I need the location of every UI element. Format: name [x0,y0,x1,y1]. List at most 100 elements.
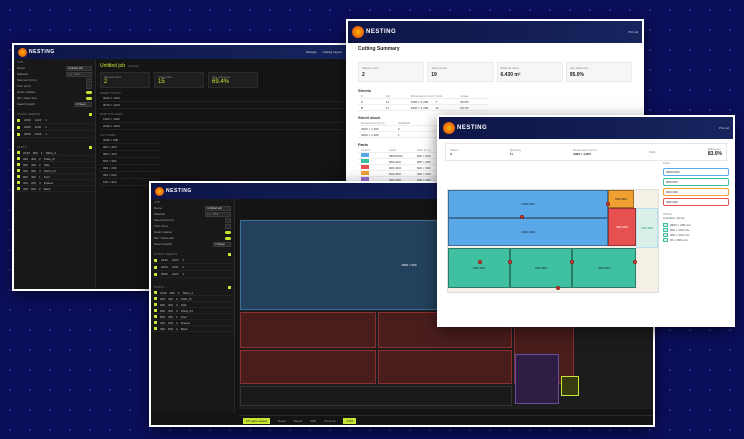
checkbox-icon[interactable] [17,151,20,154]
sheet-list-item: 3070 × 1220 [100,102,367,109]
sheet-row: B 1× 3400 × 1,200 12 93.7% [358,105,488,111]
piece-orange[interactable]: 600×300 [608,190,634,208]
piece-blue-2[interactable]: 2200×600 [448,218,608,246]
piece-blue-1[interactable]: 2200×600 [448,190,608,218]
stock-row[interactable]: 3000 1220 1 [151,271,234,278]
material-input[interactable]: e.g. MDF [205,211,231,217]
stock-row[interactable]: 2000 1100 1 [14,124,95,131]
checkbox-icon[interactable] [154,327,157,330]
part-width: 900 [23,162,29,167]
checkbox-icon[interactable] [17,181,20,184]
cut-marker [478,260,482,264]
meta-value: 3400 × 1,200 [573,152,591,156]
checkbox-icon[interactable] [154,272,157,276]
part-qty: 4 [176,320,178,325]
part-width: 2440 [23,150,30,155]
reset-button[interactable]: Reset [278,419,286,423]
table-cell: 12 [435,105,439,110]
piece-red-3[interactable] [240,350,376,384]
print-cut-button[interactable]: Print cut [324,419,335,423]
checkbox-icon[interactable] [154,309,157,312]
checkbox-icon[interactable] [154,315,157,318]
legend-item[interactable]: 300×200 [663,198,729,206]
checkbox-icon[interactable] [17,132,20,136]
checkbox-icon[interactable] [17,163,20,166]
part-qty: 4 [176,308,178,313]
table-cell: 93.7% [460,105,469,110]
checkbox-icon[interactable] [154,321,157,324]
legend-item[interactable]: 2800×600 [663,168,729,176]
checkbox-icon[interactable] [17,169,20,172]
nav-cutting-layout[interactable]: Cutting Layout [323,50,342,54]
piece-small-teal[interactable]: 300×600 [636,208,658,248]
kerf-input[interactable] [225,217,231,223]
stock-row[interactable]: 2440 1220 1 [14,117,95,124]
table-cell: A [361,99,364,104]
part-row[interactable]: 300 600 2 Back [14,186,95,192]
part-width: 900 [160,296,166,301]
print-all-link[interactable]: Print all [719,126,729,130]
name-input[interactable]: Untitled job [205,205,231,211]
trim-input[interactable] [86,83,92,89]
stock-row[interactable]: 2000 1100 1 [151,264,234,271]
grain-toggle[interactable] [225,230,231,234]
print-all-link[interactable]: Print all [628,30,638,34]
summary-title: Cutting Summary [358,46,400,52]
checkbox-icon[interactable] [154,265,157,269]
table-cell: 1× [385,105,390,110]
column-header: Dimensions (mm) [410,93,435,98]
part-height: 200 [168,320,174,325]
stock-qty: 1 [182,272,185,276]
piece-red[interactable]: 300×200 [608,208,636,246]
add-part-icon[interactable] [228,285,231,289]
export-button[interactable]: Export [294,419,303,423]
stock-qty: 1 [45,125,47,129]
add-stock-icon[interactable] [89,112,92,116]
add-stock-icon[interactable] [228,252,231,256]
depth-select[interactable]: 2 Deep [213,241,231,247]
name-input[interactable]: Untitled job [66,65,92,71]
stat-label: Sheets used [362,66,379,70]
checkbox-icon[interactable] [154,303,157,306]
trim-input[interactable] [225,223,231,229]
checkbox-icon[interactable] [17,118,20,122]
min-sheet-toggle[interactable] [86,96,92,100]
part-name: Back [43,186,51,191]
checkbox-icon[interactable] [17,125,20,129]
pdf-button[interactable]: PDF [310,419,316,423]
checkbox-icon[interactable] [17,157,20,160]
nav-settings[interactable]: Settings [306,50,317,54]
min-sheet-toggle[interactable] [225,236,231,240]
part-width: 300 [23,180,29,185]
table-cell: 7 [435,99,438,104]
checkbox-icon[interactable] [154,297,157,300]
legend-item[interactable]: 600×300 [663,188,729,196]
material-input[interactable]: e.g. MDF [66,71,92,77]
part-height: 400 [168,302,174,307]
legend-item[interactable]: 900×400 [663,178,729,186]
checkbox-icon[interactable] [17,175,20,178]
sheet-layout[interactable]: 2200×600 2200×600 900×400 900×400 900×40… [447,189,659,293]
checkbox-icon[interactable] [154,258,157,262]
piece-red-1[interactable] [240,312,376,348]
kerf-input[interactable] [86,77,92,83]
part-height: 400 [31,162,37,167]
piece-olive[interactable] [561,376,579,396]
cut-list: 3048 × 600 900 × 400 900 × 400 600 × 300 300… [100,137,160,186]
grain-toggle[interactable] [86,90,92,94]
piece-red-4[interactable] [378,350,512,384]
checkbox-icon[interactable] [154,291,157,294]
piece-teal-1[interactable]: 900×400 [448,248,510,288]
swatch-icon [361,153,369,157]
piece-teal-2[interactable]: 900×400 [510,248,572,288]
add-part-icon[interactable] [89,145,92,149]
stock-row[interactable]: 2440 1220 1 [151,257,234,264]
part-row[interactable]: 300 600 2 Back [151,326,234,332]
stock-row[interactable]: 3000 1220 1 [14,131,95,138]
depth-select[interactable]: 2 Deep [74,101,92,107]
checkbox-icon[interactable] [17,187,20,190]
piece-teal-3[interactable]: 900×400 [572,248,636,288]
part-qty: 2 [176,326,178,331]
legend-list: 2800×600 900×400 600×300 300×200 [663,168,729,206]
piece-purple[interactable] [515,354,559,404]
